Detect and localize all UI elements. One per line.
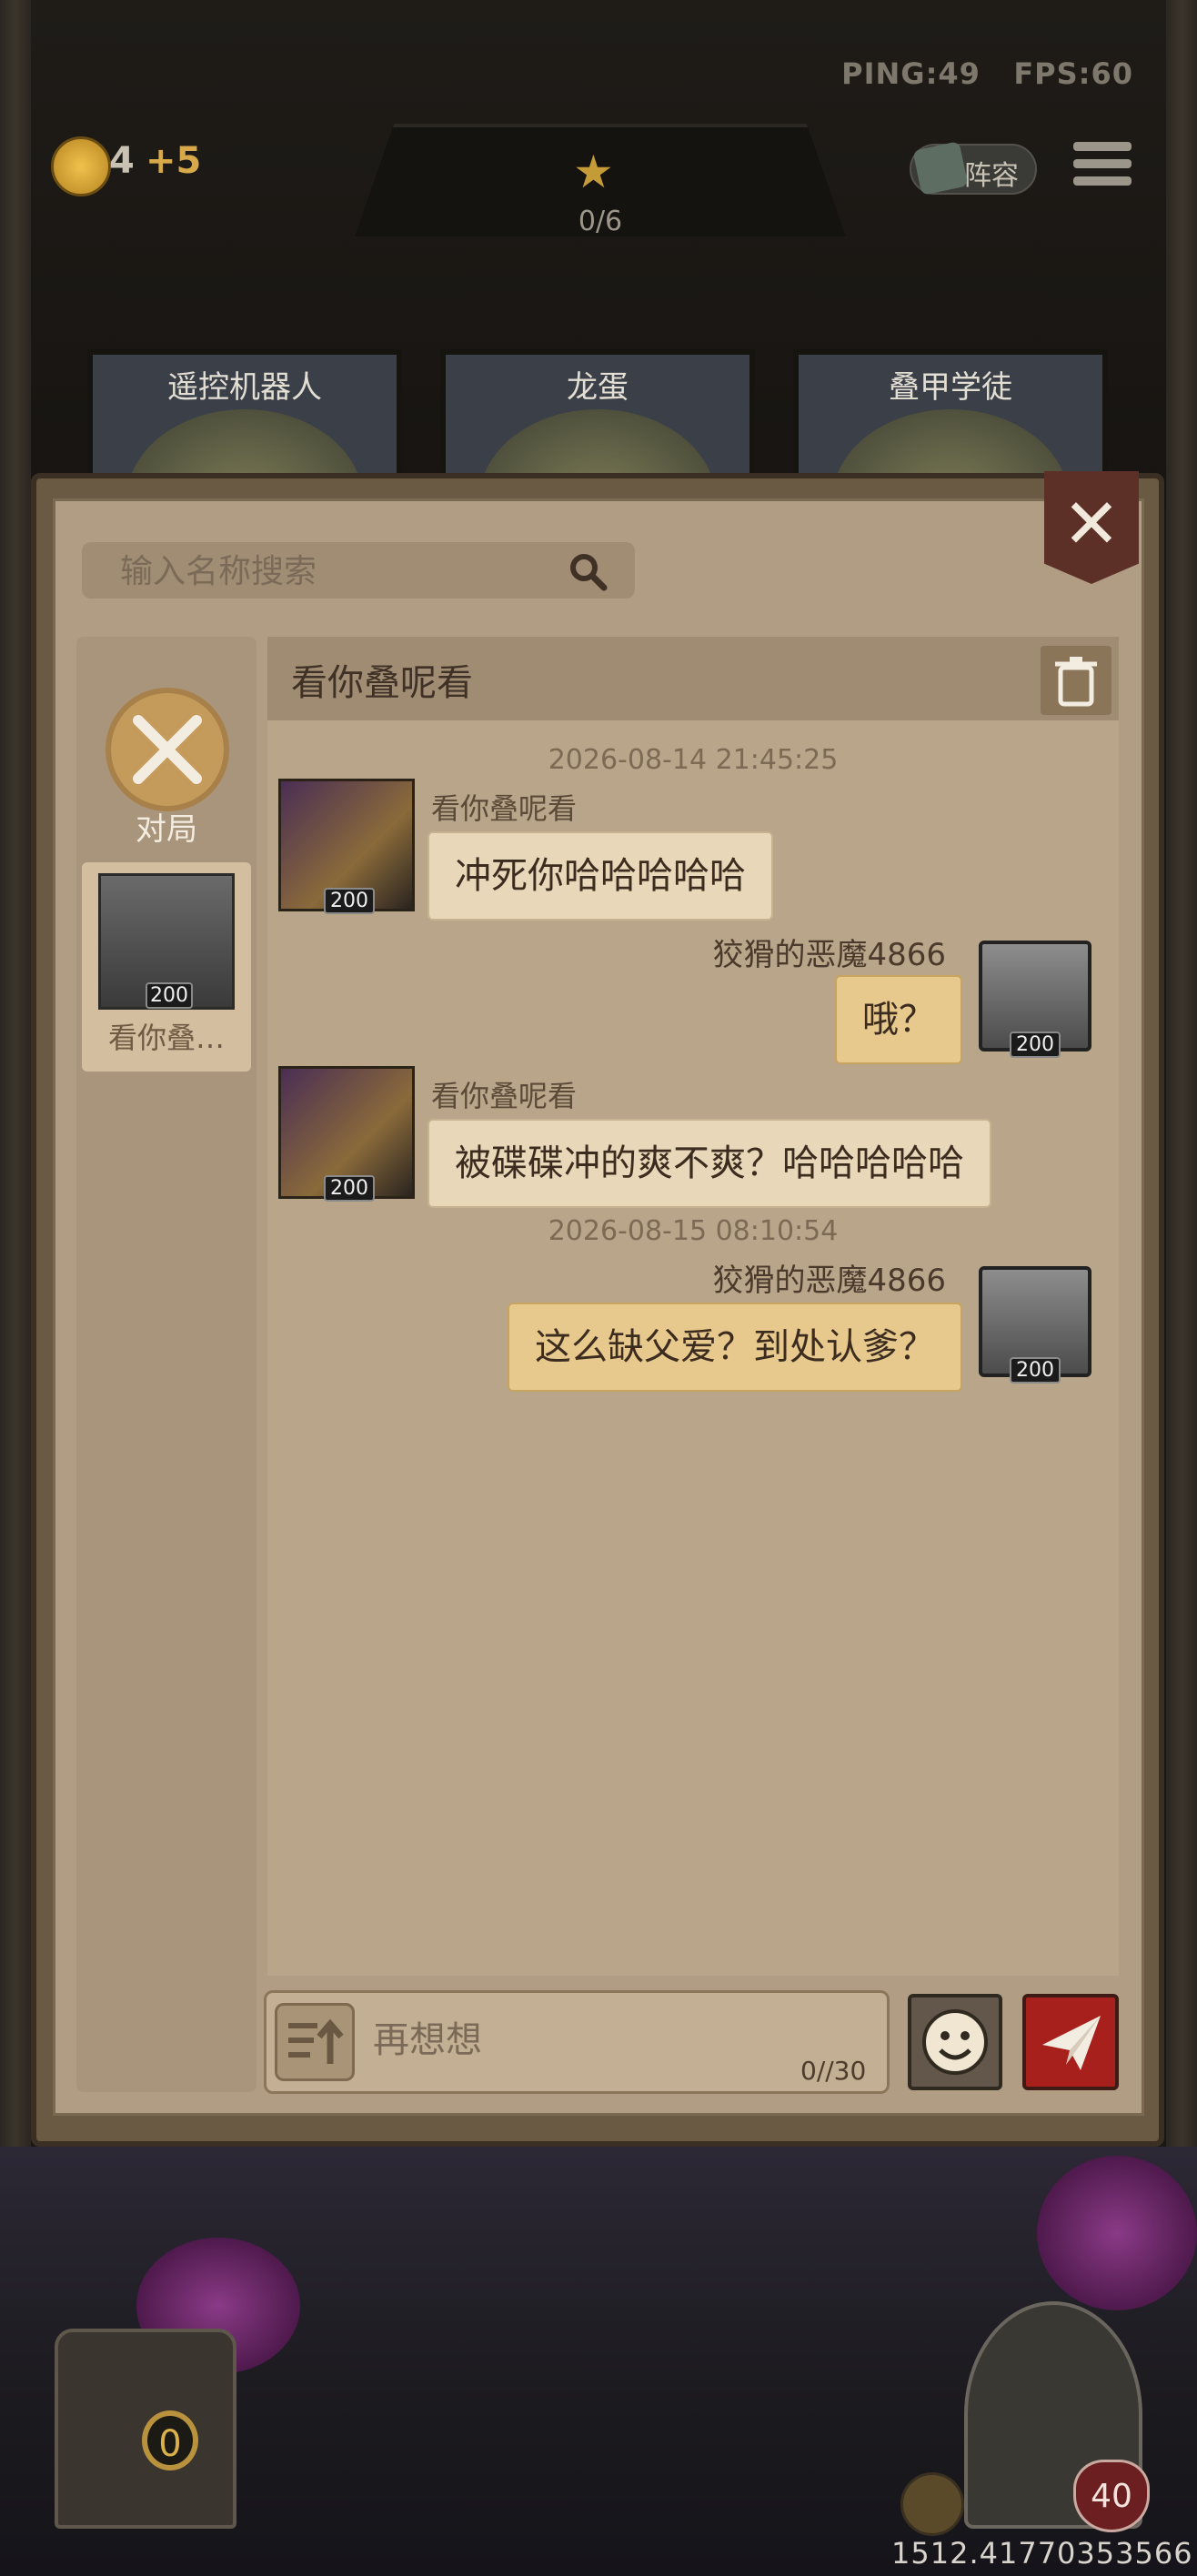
message-input[interactable]	[371, 2012, 793, 2068]
message-sender: 狡猾的恶魔4866	[712, 937, 946, 973]
delete-conversation-button[interactable]	[1041, 646, 1112, 715]
search-icon[interactable]	[566, 549, 609, 593]
shop-card-label: 龙蛋	[567, 369, 629, 406]
quick-phrase-button[interactable]	[275, 2003, 355, 2081]
message-bubble: 这么缺父爱？到处认爹？	[508, 1303, 962, 1392]
menu-icon[interactable]	[1073, 142, 1132, 196]
ping-readout: PING:49	[841, 56, 981, 91]
conversation-title: 看你叠呢看	[291, 662, 473, 704]
battle-tab-icon[interactable]	[106, 688, 229, 811]
level-badge: 200	[1010, 1357, 1061, 1384]
message-timestamp: 2026-08-15 08:10:54	[548, 1215, 839, 1247]
emoji-button[interactable]	[908, 1994, 1002, 2090]
coin-bonus: +5	[146, 140, 202, 182]
coordinate-readout: 1512.41770353566	[891, 2536, 1193, 2571]
bag-icon[interactable]	[900, 2472, 964, 2536]
fps-readout: FPS:60	[1013, 56, 1133, 91]
coin-icon	[51, 136, 111, 196]
message-timestamp: 2026-08-14 21:45:25	[548, 744, 839, 776]
message-bubble: 哦？	[835, 975, 962, 1064]
lineup-book-icon	[912, 141, 969, 196]
message-sender: 狡猾的恶魔4866	[712, 1263, 946, 1299]
conversation-list	[76, 637, 256, 2092]
message-bubble: 被碟碟冲的爽不爽？哈哈哈哈哈	[428, 1119, 991, 1208]
close-icon: ✕	[1062, 483, 1121, 564]
star-progress-count: 0/6	[578, 206, 623, 237]
level-badge: 200	[146, 982, 193, 1009]
crossed-swords-icon	[133, 715, 202, 784]
smiley-icon	[922, 2009, 988, 2075]
level-badge: 200	[324, 888, 375, 914]
star-icon: ★	[573, 146, 614, 198]
message-sender: 看你叠呢看	[431, 791, 578, 826]
quick-phrase-icon	[288, 2018, 344, 2064]
coin-count: 4	[109, 140, 135, 182]
level-badge: 200	[324, 1175, 375, 1202]
search-input[interactable]	[118, 546, 558, 597]
decorative-rose	[1037, 2156, 1197, 2310]
shop-card-label: 叠甲学徒	[889, 369, 1012, 406]
trash-icon	[1055, 657, 1097, 707]
level-badge: 200	[1010, 1031, 1061, 1058]
tab-friend-label: 看你叠…	[107, 1021, 225, 1055]
message-sender: 看你叠呢看	[431, 1079, 578, 1113]
send-button[interactable]	[1022, 1994, 1119, 2090]
message-bubble: 冲死你哈哈哈哈哈	[428, 831, 773, 921]
lineup-label: 阵容	[964, 160, 1019, 192]
tab-battle[interactable]: 对局	[82, 804, 251, 849]
char-counter: 0//30	[800, 2056, 867, 2086]
shop-count-badge: 0	[142, 2410, 198, 2470]
hero-hp-badge: 40	[1073, 2460, 1150, 2532]
network-stats: PING:49 FPS:60	[841, 56, 1133, 91]
paper-plane-icon	[1042, 2016, 1101, 2070]
shop-card-label: 遥控机器人	[167, 369, 322, 406]
